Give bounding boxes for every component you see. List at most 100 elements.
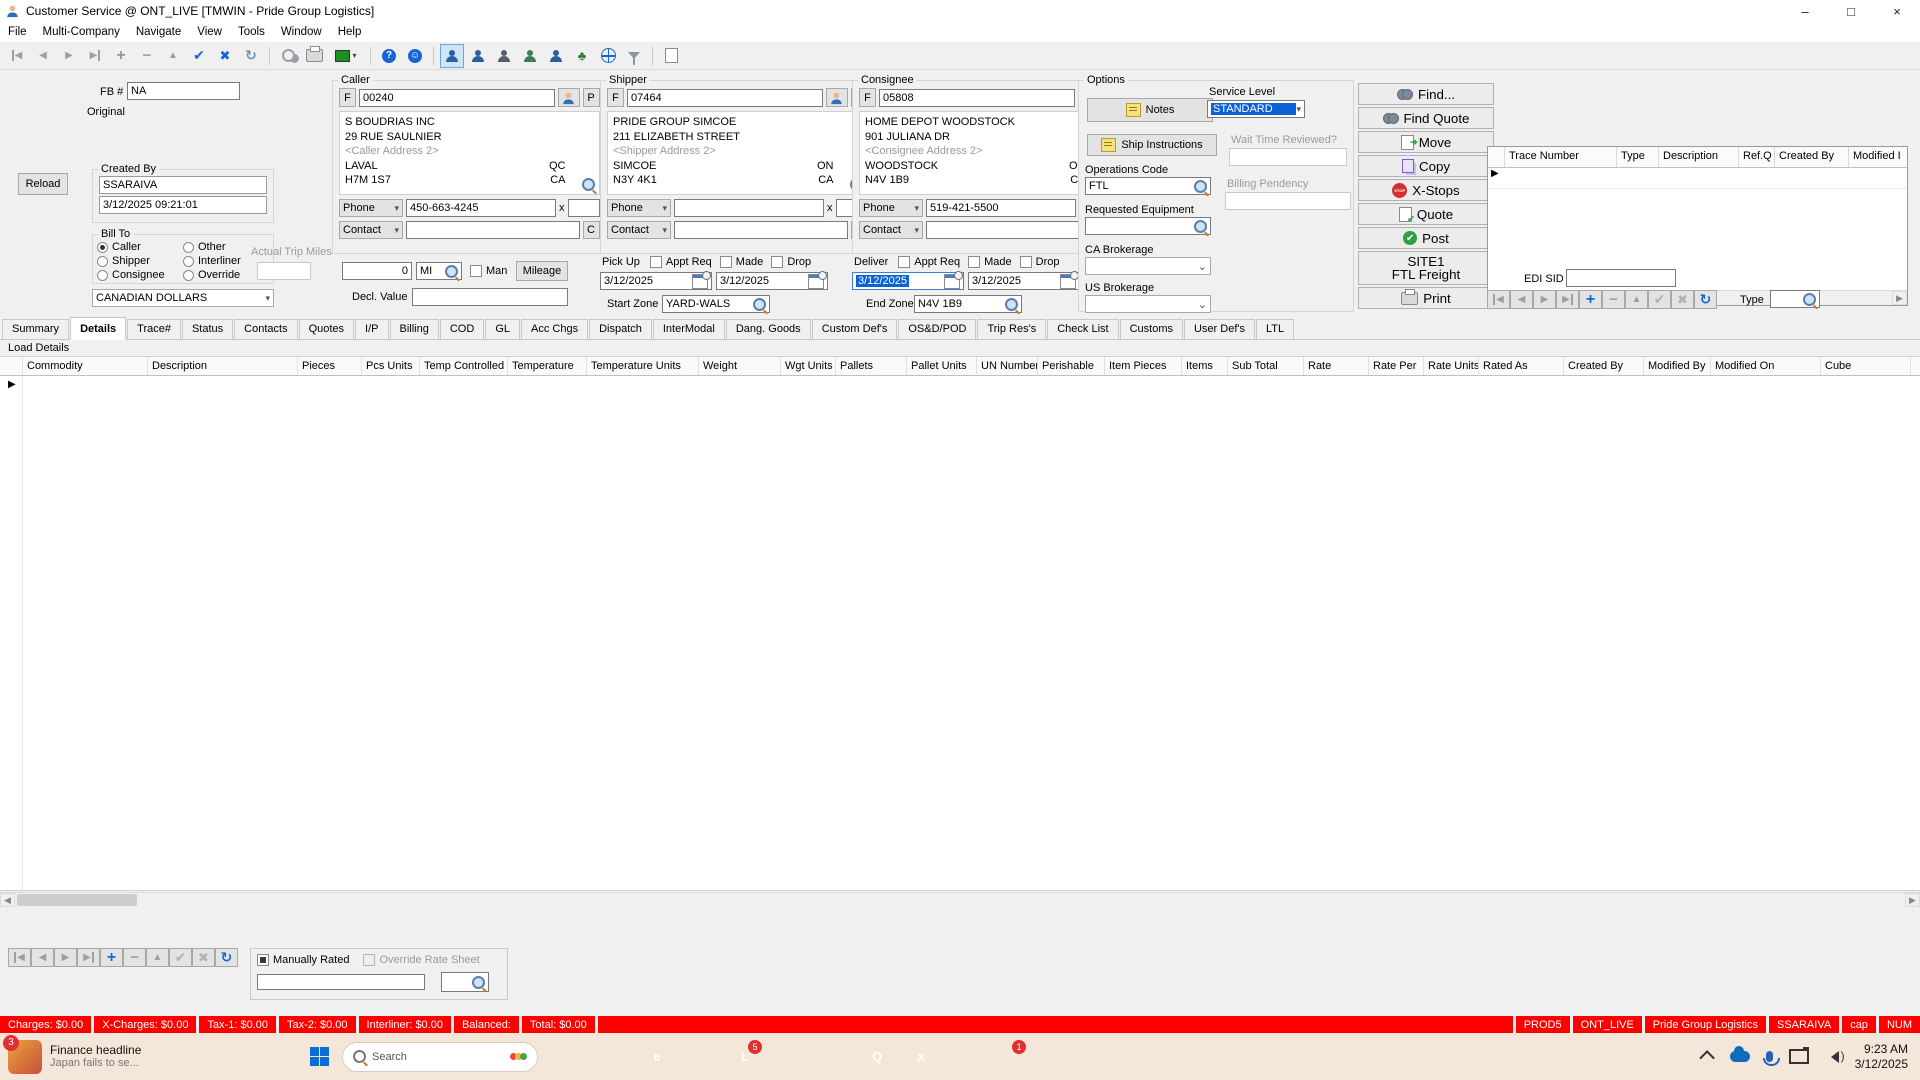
tab[interactable]: Contacts bbox=[234, 319, 298, 339]
grid-column-header[interactable]: Rate Per bbox=[1369, 357, 1424, 375]
tab[interactable]: User Def's bbox=[1183, 319, 1255, 339]
tab[interactable]: Acc Chgs bbox=[521, 319, 589, 339]
next-record-icon[interactable]: ▶ bbox=[54, 948, 77, 967]
requested-equipment-zoom-icon[interactable] bbox=[1194, 219, 1207, 233]
file-explorer-icon[interactable] bbox=[600, 1044, 626, 1070]
pickup-date-late[interactable]: 3/12/2025 bbox=[720, 275, 769, 287]
trace-type-zoom-icon[interactable] bbox=[1803, 292, 1816, 306]
menu-item[interactable]: View bbox=[189, 24, 230, 40]
cancel-edit-icon[interactable]: ✖ bbox=[192, 948, 215, 967]
edit-record-icon[interactable]: ▲ bbox=[1625, 290, 1648, 309]
document-icon[interactable] bbox=[659, 44, 683, 68]
delete-record-icon[interactable]: − bbox=[135, 44, 159, 68]
grid-column-header[interactable]: Modified On bbox=[1711, 357, 1821, 375]
scroll-right-icon[interactable]: ▶ bbox=[1905, 893, 1920, 907]
tab[interactable]: I/P bbox=[355, 319, 389, 339]
tab[interactable]: Summary bbox=[2, 319, 70, 339]
tab[interactable]: OS&D/POD bbox=[898, 319, 977, 339]
outlook-icon[interactable]: 1 bbox=[996, 1039, 1026, 1070]
caller-phone-select[interactable]: Phone ▾ bbox=[339, 199, 403, 217]
first-record-icon[interactable]: ◀ bbox=[5, 44, 29, 68]
insert-record-icon[interactable]: + bbox=[100, 948, 123, 967]
shipper-f-button[interactable]: F bbox=[607, 88, 624, 107]
mileage-button[interactable]: Mileage bbox=[516, 261, 568, 281]
customer-icon[interactable] bbox=[440, 43, 464, 68]
deliver-date-late[interactable]: 3/12/2025 bbox=[972, 275, 1021, 287]
grid-column-header[interactable]: Temperature Units bbox=[587, 357, 699, 375]
close-button[interactable]: × bbox=[1874, 0, 1920, 22]
insert-record-icon[interactable]: + bbox=[109, 44, 133, 68]
scroll-left-icon[interactable]: ◀ bbox=[0, 893, 15, 907]
pickup-checkbox[interactable]: Appt Req bbox=[649, 256, 712, 268]
consignee-code-input[interactable] bbox=[879, 88, 1075, 107]
calendar-icon[interactable] bbox=[1060, 270, 1079, 289]
consignee-contact-input[interactable] bbox=[926, 221, 1100, 239]
q-app-icon[interactable]: Q bbox=[864, 1044, 890, 1070]
ca-brokerage-select[interactable]: ⌄ bbox=[1085, 257, 1211, 275]
next-record-icon[interactable]: ▶ bbox=[1533, 290, 1556, 309]
tab[interactable]: Trace# bbox=[127, 319, 181, 339]
mail-icon[interactable] bbox=[776, 1044, 802, 1070]
consignee-f-button[interactable]: F bbox=[859, 88, 876, 107]
customer-monitor-icon[interactable] bbox=[466, 44, 490, 68]
cast-icon[interactable] bbox=[1788, 1047, 1809, 1064]
driver-icon[interactable] bbox=[492, 44, 516, 68]
people-app-icon[interactable] bbox=[1040, 1044, 1066, 1070]
edge-icon[interactable]: e bbox=[644, 1044, 670, 1070]
miles-zoom-icon[interactable] bbox=[445, 264, 458, 278]
cancel-edit-icon[interactable]: ✖ bbox=[1671, 290, 1694, 309]
first-record-icon[interactable]: ◀ bbox=[1487, 290, 1510, 309]
trip-miles-input[interactable] bbox=[342, 262, 412, 280]
grid-column-header[interactable]: Item Pieces bbox=[1105, 357, 1182, 375]
refresh-icon[interactable]: ↻ bbox=[239, 44, 263, 68]
ship-instructions-button[interactable]: Ship Instructions bbox=[1087, 134, 1217, 156]
grid-column-header[interactable]: Weight bbox=[699, 357, 781, 375]
move-button[interactable]: Move bbox=[1358, 131, 1494, 153]
reload-button[interactable]: Reload bbox=[18, 173, 68, 195]
trace-column-header[interactable]: Description bbox=[1659, 147, 1739, 167]
delete-record-icon[interactable]: − bbox=[1602, 290, 1625, 309]
teamviewer-icon[interactable] bbox=[1084, 1044, 1110, 1070]
edit-record-icon[interactable]: ▲ bbox=[146, 948, 169, 967]
deliver-checkbox[interactable]: Appt Req bbox=[898, 256, 960, 268]
chevron-up-icon[interactable] bbox=[1698, 1050, 1715, 1066]
post-edit-icon[interactable]: ✔ bbox=[187, 44, 211, 68]
maximize-button[interactable]: □ bbox=[1828, 0, 1874, 22]
site-button[interactable]: SITE1 FTL Freight bbox=[1358, 251, 1494, 285]
menu-item[interactable]: Navigate bbox=[128, 24, 189, 40]
prior-record-icon[interactable]: ◀ bbox=[1510, 290, 1533, 309]
news-widget[interactable]: 3 Finance headline Japan fails to se... bbox=[3, 1034, 238, 1074]
search-box[interactable]: Search bbox=[342, 1041, 538, 1072]
shipper-person-button[interactable] bbox=[825, 88, 848, 107]
speaker-icon[interactable] bbox=[1825, 1049, 1845, 1063]
end-zone-zoom-icon[interactable] bbox=[1005, 297, 1018, 311]
grid-column-header[interactable]: Pallets bbox=[836, 357, 907, 375]
calendar-icon[interactable] bbox=[944, 270, 963, 289]
refresh-icon[interactable]: ↻ bbox=[1694, 290, 1717, 309]
menu-item[interactable]: File bbox=[0, 24, 35, 40]
shipper-phone-select[interactable]: Phone ▾ bbox=[607, 199, 671, 217]
deliver-checkbox[interactable]: Drop bbox=[1019, 256, 1059, 268]
print-button[interactable]: Print bbox=[1358, 287, 1494, 309]
deliver-checkbox[interactable]: Made bbox=[968, 256, 1012, 268]
grid-column-header[interactable]: Created By bbox=[1564, 357, 1644, 375]
tab[interactable]: InterModal bbox=[652, 319, 725, 339]
grid-column-header[interactable]: Rate Units bbox=[1424, 357, 1479, 375]
grid-column-header[interactable]: Rate bbox=[1304, 357, 1369, 375]
caller-person-button[interactable] bbox=[557, 88, 580, 107]
post-button[interactable]: ✔ Post bbox=[1358, 227, 1494, 249]
caller-contact-input[interactable] bbox=[406, 221, 580, 239]
shipper-contact-input[interactable] bbox=[674, 221, 848, 239]
bill-to-radio[interactable]: Caller bbox=[97, 240, 183, 254]
deliver-date-early[interactable]: 3/12/2025 bbox=[856, 275, 909, 287]
tab[interactable]: Status bbox=[181, 319, 234, 339]
tab[interactable]: Billing bbox=[389, 319, 439, 339]
actual-trip-miles-input[interactable] bbox=[257, 262, 311, 280]
tab[interactable]: Quotes bbox=[298, 319, 355, 339]
find-button[interactable]: Find... bbox=[1358, 83, 1494, 105]
start-zone-value[interactable]: YARD-WALS bbox=[666, 298, 730, 310]
grid-column-header[interactable]: Cube bbox=[1821, 357, 1911, 375]
grid-column-header[interactable]: Wgt Units bbox=[781, 357, 836, 375]
insert-record-icon[interactable]: + bbox=[1579, 290, 1602, 309]
edit-record-icon[interactable]: ▲ bbox=[161, 44, 185, 68]
